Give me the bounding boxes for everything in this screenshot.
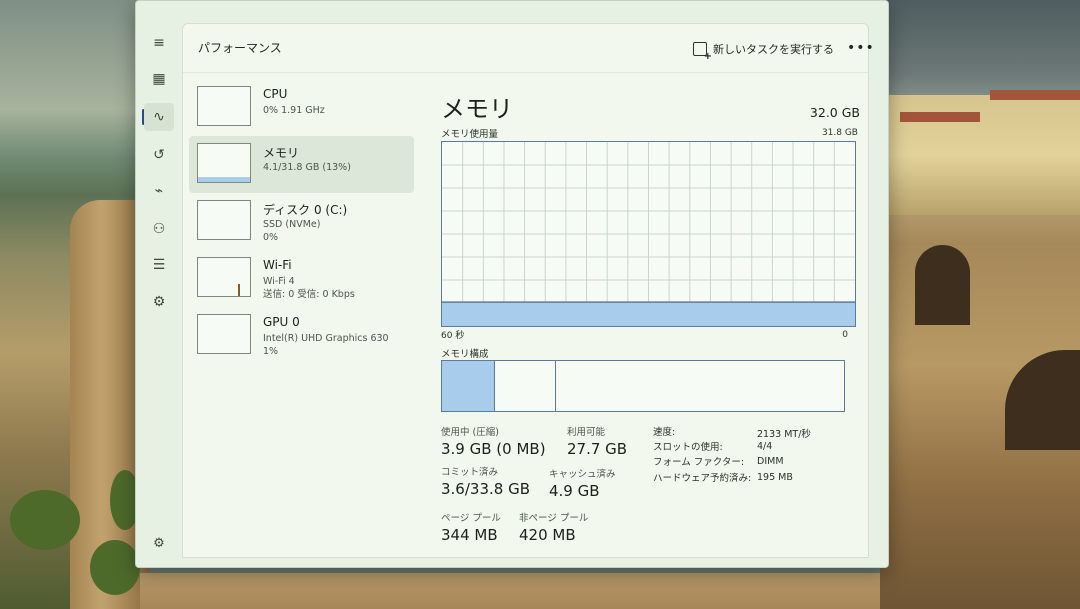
background-roof [990, 90, 1080, 100]
memory-usage-area [442, 302, 855, 326]
usage-graph-canvas [442, 142, 855, 326]
memory-thumbnail-fill [198, 177, 250, 182]
memory-usage-graph [441, 141, 856, 327]
composition-segment-modified [495, 361, 556, 411]
committed-label: コミット済み [441, 467, 499, 478]
gpu-thumbnail-graph [197, 314, 251, 354]
nav-app-history-icon[interactable]: ↺ [144, 141, 174, 169]
nav-processes-icon[interactable]: ▦ [144, 65, 174, 93]
page-header: パフォーマンス 新しいタスクを実行する ••• [183, 24, 874, 73]
cpu-thumbnail-graph [197, 86, 251, 126]
disk-thumbnail-graph [197, 200, 251, 240]
background-tree [10, 490, 80, 550]
available-label: 利用可能 [567, 427, 606, 438]
committed-value: 3.6/33.8 GB [441, 480, 530, 498]
nav-performance-icon[interactable]: ∿ [144, 103, 174, 131]
spec-key-slots: スロットの使用: [653, 442, 723, 453]
wifi-thumbnail-graph [197, 257, 251, 297]
resource-subtitle: Wi-Fi 4 送信: 0 受信: 0 Kbps [263, 275, 355, 301]
resource-name: ディスク 0 (C:) [263, 203, 348, 217]
resource-subtitle: SSD (NVMe) 0% [263, 218, 320, 244]
memory-composition-bar [441, 360, 845, 412]
resource-item-cpu[interactable]: CPU 0% 1.91 GHz [189, 79, 414, 136]
resource-item-wifi[interactable]: Wi-Fi Wi-Fi 4 送信: 0 受信: 0 Kbps [189, 250, 414, 307]
resource-item-disk[interactable]: ディスク 0 (C:) SSD (NVMe) 0% [189, 193, 414, 250]
run-new-task-label: 新しいタスクを実行する [713, 43, 834, 56]
memory-usage-label: メモリ使用量 [441, 129, 499, 140]
nonpaged-pool-value: 420 MB [519, 526, 576, 544]
resource-subtitle-line2: 1% [263, 346, 279, 357]
nav-users-icon[interactable]: ⚇ [144, 215, 174, 243]
resource-subtitle-line2: 0% [263, 232, 279, 243]
paged-pool-label: ページ プール [441, 513, 501, 524]
resource-subtitle-line1: Wi-Fi 4 [263, 276, 295, 287]
composition-segment-free [556, 361, 844, 411]
new-task-icon [693, 42, 712, 62]
composition-segment-in-use [442, 361, 495, 411]
background-roof [900, 112, 980, 122]
nav-rail: ≡ ▦ ∿ ↺ ⌁ ⚇ ☰ ⚙ ⚙ [136, 1, 182, 567]
resource-name: GPU 0 [263, 315, 300, 329]
spec-value-form-factor: DIMM [757, 456, 784, 467]
background-rock-strip [140, 573, 880, 609]
graph-time-axis-left: 60 秒 [441, 331, 465, 341]
nav-startup-icon[interactable]: ⌁ [144, 177, 174, 205]
in-use-label: 使用中 (圧縮) [441, 427, 499, 438]
resource-subtitle-line1: SSD (NVMe) [263, 219, 321, 230]
available-value: 27.7 GB [567, 440, 628, 458]
resource-name: CPU [263, 87, 288, 101]
task-manager-window: ≡ ▦ ∿ ↺ ⌁ ⚇ ☰ ⚙ ⚙ パフォーマンス 新しいタスクを実行する ••… [135, 0, 889, 568]
resource-subtitle-line1: Intel(R) UHD Graphics 630 [263, 333, 389, 344]
resource-name: メモリ [263, 146, 300, 160]
resource-subtitle: 0% 1.91 GHz [263, 105, 325, 116]
spec-value-hw-reserved: 195 MB [757, 472, 793, 483]
spec-key-hw-reserved: ハードウェア予約済み: [653, 473, 752, 484]
in-use-value: 3.9 GB (0 MB) [441, 440, 546, 458]
nav-details-icon[interactable]: ☰ [144, 251, 174, 279]
resource-item-memory[interactable]: メモリ 4.1/31.8 GB (13%) [189, 136, 414, 193]
paged-pool-value: 344 MB [441, 526, 498, 544]
detail-title: メモリ [441, 95, 513, 123]
memory-composition-label: メモリ構成 [441, 349, 489, 360]
memory-thumbnail-graph [197, 143, 251, 183]
nonpaged-pool-label: 非ページ プール [519, 513, 589, 524]
nav-services-icon[interactable]: ⚙ [144, 288, 174, 316]
spec-value-slots: 4/4 [757, 441, 773, 452]
settings-gear-icon[interactable]: ⚙ [144, 531, 174, 555]
resource-subtitle-line2: 送信: 0 受信: 0 Kbps [263, 289, 355, 300]
graph-time-axis-right: 0 [842, 330, 848, 340]
spec-key-form-factor: フォーム ファクター: [653, 457, 745, 468]
more-options-icon[interactable]: ••• [847, 40, 875, 56]
memory-total: 32.0 GB [809, 105, 860, 120]
run-new-task-button[interactable]: 新しいタスクを実行する [693, 41, 834, 62]
cached-value: 4.9 GB [549, 482, 600, 500]
hamburger-menu-icon[interactable]: ≡ [144, 29, 174, 57]
cached-label: キャッシュ済み [549, 469, 616, 480]
background-arch [915, 245, 970, 325]
resource-item-gpu[interactable]: GPU 0 Intel(R) UHD Graphics 630 1% [189, 307, 414, 364]
resource-subtitle: Intel(R) UHD Graphics 630 1% [263, 332, 389, 358]
resource-subtitle: 4.1/31.8 GB (13%) [263, 162, 351, 173]
page-title: パフォーマンス [198, 41, 282, 55]
background-tree [90, 540, 140, 595]
resource-list: CPU 0% 1.91 GHz メモリ 4.1/31.8 GB (13%) ディ… [189, 79, 414, 364]
wifi-activity-spike [238, 284, 240, 296]
spec-key-speed: 速度: [653, 427, 676, 438]
memory-usage-max: 31.8 GB [821, 128, 858, 138]
main-content: パフォーマンス 新しいタスクを実行する ••• CPU 0% 1.91 GHz … [182, 23, 874, 558]
resource-name: Wi-Fi [263, 258, 292, 272]
spec-value-speed: 2133 MT/秒 [757, 429, 811, 440]
